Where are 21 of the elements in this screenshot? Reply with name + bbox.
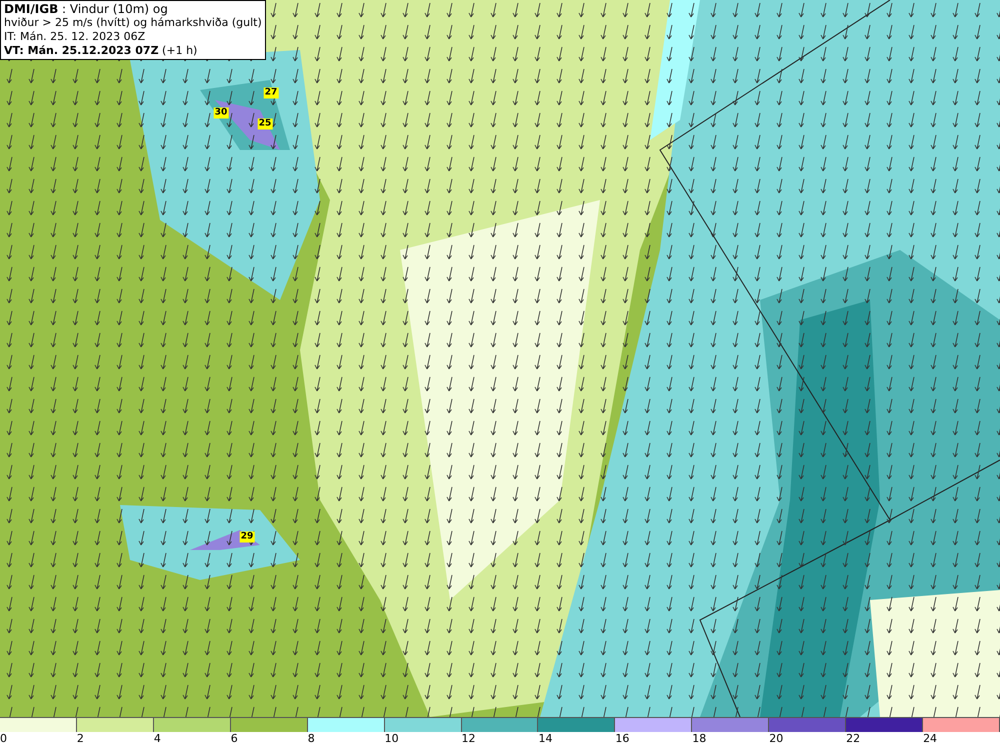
- legend-label: 12: [462, 732, 476, 746]
- legend-label: 22: [846, 732, 860, 746]
- legend-label: 10: [384, 732, 399, 746]
- legend-label: 6: [230, 732, 238, 746]
- legend-label: 2: [76, 732, 84, 746]
- gust-label: 29: [240, 532, 254, 542]
- legend-label: 14: [538, 732, 552, 746]
- gust-label: 30: [214, 108, 228, 118]
- gust-label: 25: [258, 118, 272, 130]
- header-line: IT: Mán. 25. 12. 2023 06Z: [4, 30, 146, 44]
- header-line: DMI/IGB : Vindur (10m) og: [4, 2, 169, 16]
- legend-label: 18: [692, 732, 706, 746]
- legend-label: 8: [308, 732, 315, 746]
- gust-label: 27: [264, 88, 278, 98]
- header-line: VT: Mán. 25.12.2023 07Z (+1 h): [4, 44, 198, 58]
- legend-label: 0: [0, 732, 7, 746]
- legend-label: 20: [769, 732, 784, 746]
- header-line: hviður > 25 m/s (hvítt) og hámarkshviða (gult): [4, 16, 262, 30]
- legend-label: 16: [615, 732, 630, 746]
- legend-label: 24: [923, 732, 938, 746]
- legend-label: 4: [154, 732, 161, 746]
